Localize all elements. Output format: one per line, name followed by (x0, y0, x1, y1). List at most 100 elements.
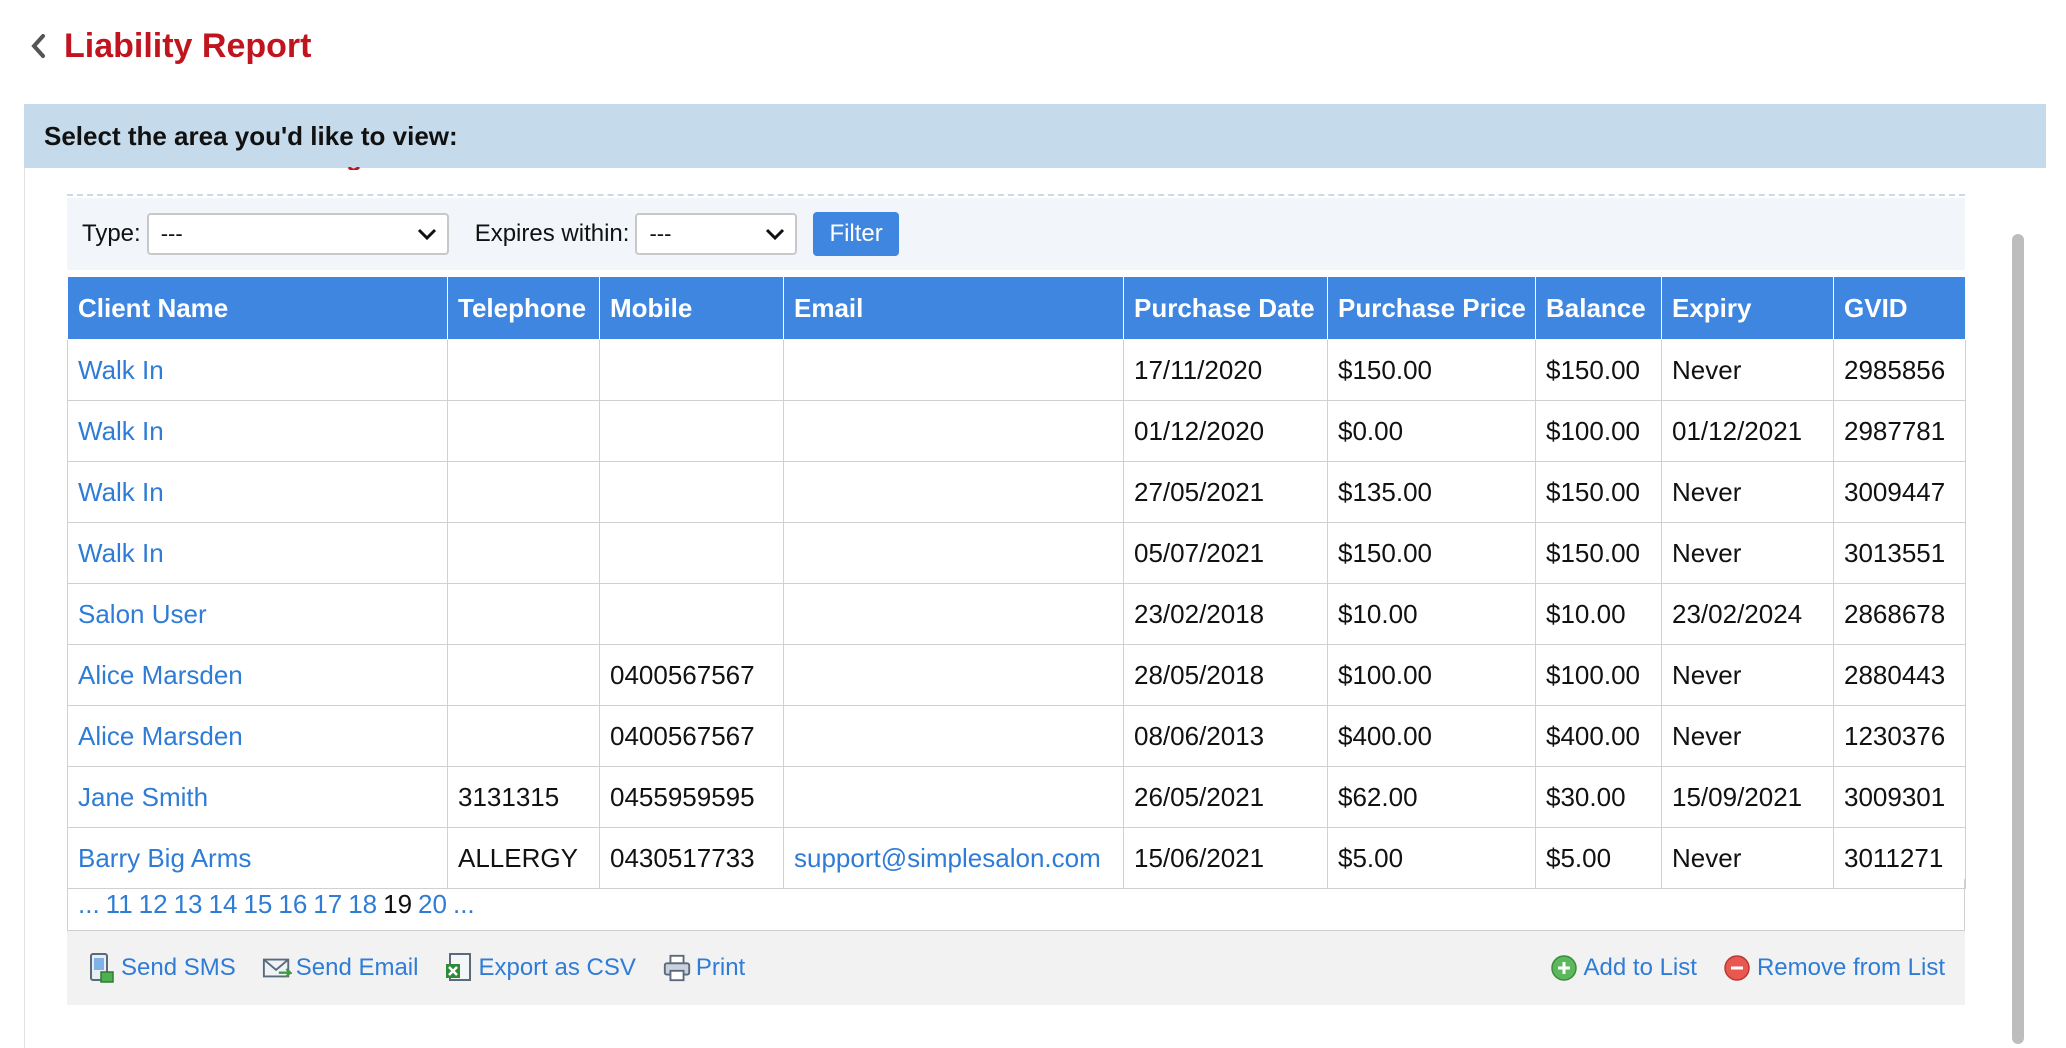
send-email-label: Send Email (295, 954, 419, 981)
cell-expiry: Never (1661, 522, 1834, 584)
type-select[interactable]: --- (146, 213, 449, 255)
action-bar: Send SMS Send Email Export as CSV Print (67, 931, 1965, 1005)
cell-email (783, 522, 1124, 584)
cell-client-name[interactable]: Walk In (67, 400, 448, 462)
table-row: Salon User 23/02/2018 $10.00 $10.00 23/02/20… (67, 583, 1966, 645)
cell-email (783, 461, 1124, 523)
cell-expiry: Never (1661, 644, 1834, 706)
table-row: Walk In 17/11/2020 $150.00 $150.00 Never 2985… (67, 339, 1966, 401)
export-csv-button[interactable]: Export as CSV (444, 952, 636, 984)
remove-from-list-label: Remove from List (1756, 954, 1945, 981)
send-email-button[interactable]: Send Email (262, 952, 419, 984)
cell-email (783, 583, 1124, 645)
expires-select-value: --- (649, 221, 672, 246)
cell-client-name[interactable]: Jane Smith (67, 766, 448, 828)
cell-telephone (447, 644, 600, 706)
pagination: ... 11 12 13 14 15 16 17 18 19 20 ... (67, 879, 1965, 931)
cell-client-name[interactable]: Alice Marsden (67, 705, 448, 767)
cell-telephone (447, 705, 600, 767)
cell-gvid: 3009301 (1833, 766, 1966, 828)
print-button[interactable]: Print (662, 952, 745, 984)
cell-purchase-date: 23/02/2018 (1123, 583, 1328, 645)
cell-mobile (599, 583, 784, 645)
report-panel: Type: --- Expires within: --- Filter Cli… (24, 165, 2007, 1048)
page-link[interactable]: 18 (348, 889, 377, 920)
cell-telephone (447, 583, 600, 645)
cell-balance: $100.00 (1535, 644, 1662, 706)
page-link[interactable]: 20 (418, 889, 447, 920)
cell-client-name[interactable]: Salon User (67, 583, 448, 645)
cell-gvid: 3013551 (1833, 522, 1966, 584)
cell-mobile (599, 339, 784, 401)
expires-within-select[interactable]: --- (635, 213, 798, 255)
page-link[interactable]: 13 (174, 889, 203, 920)
cell-purchase-price: $10.00 (1327, 583, 1536, 645)
remove-from-list-button[interactable]: Remove from List (1723, 952, 1945, 984)
cell-gvid: 2880443 (1833, 644, 1966, 706)
page-link[interactable]: 12 (139, 889, 168, 920)
current-page: 19 (383, 889, 413, 919)
cell-email (783, 705, 1124, 767)
type-label: Type: (82, 220, 141, 247)
type-select-value: --- (160, 221, 183, 246)
cell-purchase-date: 26/05/2021 (1123, 766, 1328, 828)
cell-telephone: 3131315 (447, 766, 600, 828)
cell-email (783, 766, 1124, 828)
cell-mobile: 0400567567 (599, 705, 784, 767)
cell-purchase-price: $150.00 (1327, 522, 1536, 584)
column-header-client-name[interactable]: Client Name (67, 276, 448, 340)
expires-within-label: Expires within: (474, 220, 630, 247)
column-header-balance[interactable]: Balance (1535, 276, 1662, 340)
pagination-prev[interactable]: ... (78, 889, 100, 920)
cell-balance: $30.00 (1535, 766, 1662, 828)
cell-client-name[interactable]: Walk In (67, 339, 448, 401)
column-header-mobile[interactable]: Mobile (599, 276, 784, 340)
cell-balance: $150.00 (1535, 461, 1662, 523)
area-select-banner: Select the area you'd like to view: (24, 104, 2046, 168)
page-link[interactable]: 16 (278, 889, 307, 920)
email-icon (262, 952, 292, 984)
cell-client-name[interactable]: Alice Marsden (67, 644, 448, 706)
column-header-telephone[interactable]: Telephone (447, 276, 600, 340)
column-header-purchase-date[interactable]: Purchase Date (1123, 276, 1328, 340)
cell-purchase-price: $0.00 (1327, 400, 1536, 462)
send-sms-label: Send SMS (121, 954, 236, 981)
cell-purchase-price: $62.00 (1327, 766, 1536, 828)
cell-expiry: 23/02/2024 (1661, 583, 1834, 645)
cell-expiry: 01/12/2021 (1661, 400, 1834, 462)
dashed-divider (67, 194, 1965, 196)
cell-mobile (599, 461, 784, 523)
column-header-purchase-price[interactable]: Purchase Price (1327, 276, 1536, 340)
pagination-next[interactable]: ... (453, 889, 475, 920)
column-header-gvid[interactable]: GVID (1833, 276, 1966, 340)
page-link[interactable]: 17 (313, 889, 342, 920)
cell-telephone (447, 522, 600, 584)
cell-purchase-date: 28/05/2018 (1123, 644, 1328, 706)
add-to-list-button[interactable]: Add to List (1550, 952, 1697, 984)
column-header-email[interactable]: Email (783, 276, 1124, 340)
scrollbar-thumb[interactable] (2012, 234, 2024, 1044)
page-link[interactable]: 14 (209, 889, 238, 920)
cell-purchase-date: 17/11/2020 (1123, 339, 1328, 401)
cell-purchase-price: $100.00 (1327, 644, 1536, 706)
back-chevron-icon[interactable] (30, 30, 50, 62)
cell-balance: $400.00 (1535, 705, 1662, 767)
clipped-text-fragment (345, 162, 365, 170)
page-link[interactable]: 15 (243, 889, 272, 920)
page-link[interactable]: 11 (106, 889, 133, 920)
cell-email (783, 644, 1124, 706)
cell-client-name[interactable]: Walk In (67, 522, 448, 584)
table-row: Walk In 27/05/2021 $135.00 $150.00 Never 3009… (67, 461, 1966, 523)
cell-purchase-date: 27/05/2021 (1123, 461, 1328, 523)
column-header-expiry[interactable]: Expiry (1661, 276, 1834, 340)
cell-client-name[interactable]: Walk In (67, 461, 448, 523)
printer-icon (662, 952, 692, 984)
export-csv-label: Export as CSV (478, 954, 636, 981)
filter-button[interactable]: Filter (813, 212, 899, 256)
page-title: Liability Report (64, 26, 312, 65)
dropdown-chevron-icon (766, 228, 785, 241)
add-to-list-label: Add to List (1583, 954, 1697, 981)
send-sms-button[interactable]: Send SMS (87, 952, 236, 984)
table-row: Alice Marsden 0400567567 08/06/2013 $400.00… (67, 705, 1966, 767)
table-header-row: Client Name Telephone Mobile Email Purch… (67, 276, 1966, 340)
